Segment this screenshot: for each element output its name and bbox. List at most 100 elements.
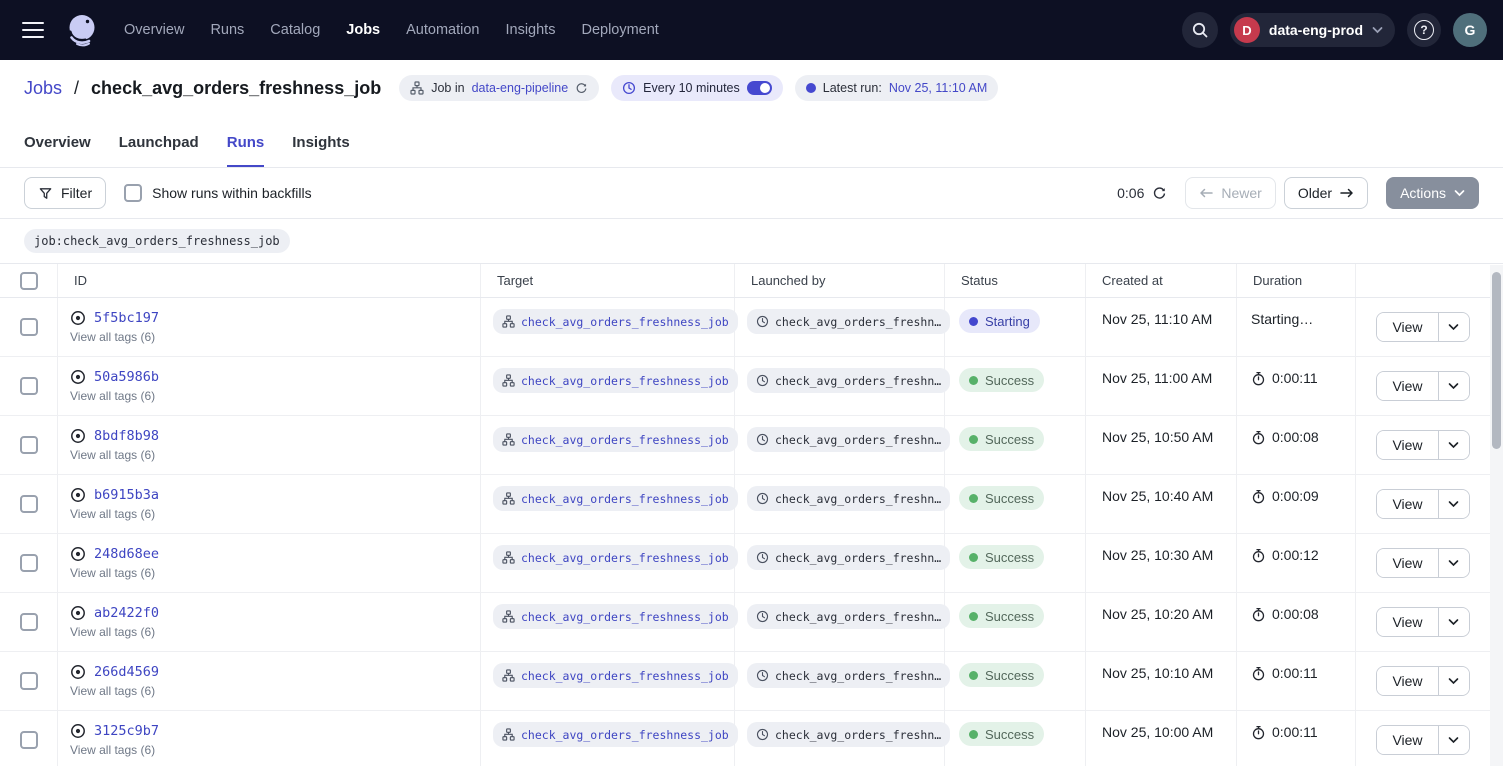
row-checkbox[interactable] <box>20 318 38 336</box>
view-dropdown-button[interactable] <box>1438 490 1469 518</box>
latest-run-link[interactable]: Nov 25, 11:10 AM <box>889 81 987 95</box>
col-header-id: ID <box>58 264 481 297</box>
launched-by-tag[interactable]: check_avg_orders_freshn… <box>747 309 950 334</box>
target-tag[interactable]: check_avg_orders_freshness_job <box>493 368 738 393</box>
row-checkbox[interactable] <box>20 377 38 395</box>
view-button[interactable]: View <box>1377 549 1437 577</box>
launched-by-tag[interactable]: check_avg_orders_freshn… <box>747 545 950 570</box>
col-header-launched-by: Launched by <box>735 264 945 297</box>
run-id-link[interactable]: 50a5986b <box>94 369 159 385</box>
refresh-icon[interactable] <box>1152 186 1167 201</box>
view-all-tags-link[interactable]: View all tags (6) <box>70 566 155 580</box>
view-dropdown-button[interactable] <box>1438 372 1469 400</box>
view-button[interactable]: View <box>1377 667 1437 695</box>
job-graph-icon <box>502 492 515 505</box>
tab-overview[interactable]: Overview <box>24 134 91 167</box>
deployment-switcher[interactable]: D data-eng-prod <box>1230 13 1395 47</box>
job-filter-tag[interactable]: job:check_avg_orders_freshness_job <box>24 229 290 253</box>
view-all-tags-link[interactable]: View all tags (6) <box>70 507 155 521</box>
view-button[interactable]: View <box>1377 490 1437 518</box>
row-checkbox[interactable] <box>20 672 38 690</box>
row-checkbox[interactable] <box>20 495 38 513</box>
job-graph-icon <box>502 433 515 446</box>
status-dot <box>969 612 978 621</box>
row-checkbox[interactable] <box>20 554 38 572</box>
view-all-tags-link[interactable]: View all tags (6) <box>70 625 155 639</box>
target-tag[interactable]: check_avg_orders_freshness_job <box>493 486 738 511</box>
newer-button[interactable]: Newer <box>1185 177 1275 209</box>
target-tag[interactable]: check_avg_orders_freshness_job <box>493 309 738 334</box>
view-button[interactable]: View <box>1377 608 1437 636</box>
code-location-link[interactable]: data-eng-pipeline <box>472 81 569 95</box>
scrollbar-thumb[interactable] <box>1492 272 1501 449</box>
row-checkbox[interactable] <box>20 731 38 749</box>
run-id-link[interactable]: 5f5bc197 <box>94 310 159 326</box>
hamburger-menu-icon[interactable] <box>22 22 44 38</box>
row-checkbox[interactable] <box>20 436 38 454</box>
avatar[interactable]: G <box>1453 13 1487 47</box>
actions-button[interactable]: Actions <box>1386 177 1479 209</box>
nav-item-automation[interactable]: Automation <box>406 22 479 38</box>
target-tag[interactable]: check_avg_orders_freshness_job <box>493 722 738 747</box>
run-id-link[interactable]: 8bdf8b98 <box>94 428 159 444</box>
help-button[interactable]: ? <box>1407 13 1441 47</box>
view-dropdown-button[interactable] <box>1438 313 1469 341</box>
view-all-tags-link[interactable]: View all tags (6) <box>70 684 155 698</box>
status-dot <box>969 671 978 680</box>
target-tag[interactable]: check_avg_orders_freshness_job <box>493 604 738 629</box>
nav-item-catalog[interactable]: Catalog <box>270 22 320 38</box>
view-dropdown-button[interactable] <box>1438 431 1469 459</box>
view-dropdown-button[interactable] <box>1438 726 1469 754</box>
created-at: Nov 25, 11:10 AM <box>1102 311 1212 327</box>
search-button[interactable] <box>1182 12 1218 48</box>
view-all-tags-link[interactable]: View all tags (6) <box>70 330 155 344</box>
launched-by-tag[interactable]: check_avg_orders_freshn… <box>747 427 950 452</box>
view-button[interactable]: View <box>1377 313 1437 341</box>
nav-item-deployment[interactable]: Deployment <box>581 22 658 38</box>
tab-insights[interactable]: Insights <box>292 134 350 167</box>
view-button[interactable]: View <box>1377 372 1437 400</box>
older-button[interactable]: Older <box>1284 177 1368 209</box>
nav-item-insights[interactable]: Insights <box>505 22 555 38</box>
view-button[interactable]: View <box>1377 726 1437 754</box>
show-backfills-checkbox[interactable] <box>124 184 142 202</box>
target-tag[interactable]: check_avg_orders_freshness_job <box>493 663 738 688</box>
row-checkbox[interactable] <box>20 613 38 631</box>
vertical-scrollbar[interactable] <box>1490 265 1503 766</box>
launched-by-tag[interactable]: check_avg_orders_freshn… <box>747 604 950 629</box>
breadcrumb-jobs-link[interactable]: Jobs <box>24 78 62 99</box>
run-id-link[interactable]: 266d4569 <box>94 664 159 680</box>
help-icon: ? <box>1414 20 1434 40</box>
tab-launchpad[interactable]: Launchpad <box>119 134 199 167</box>
run-id-link[interactable]: 3125c9b7 <box>94 723 159 739</box>
target-tag[interactable]: check_avg_orders_freshness_job <box>493 427 738 452</box>
stopwatch-icon <box>1251 489 1266 504</box>
launched-by-tag[interactable]: check_avg_orders_freshn… <box>747 722 950 747</box>
view-all-tags-link[interactable]: View all tags (6) <box>70 743 155 757</box>
view-button[interactable]: View <box>1377 431 1437 459</box>
view-dropdown-button[interactable] <box>1438 549 1469 577</box>
schedule-toggle[interactable] <box>747 81 772 95</box>
view-dropdown-button[interactable] <box>1438 667 1469 695</box>
run-id-link[interactable]: ab2422f0 <box>94 605 159 621</box>
view-dropdown-button[interactable] <box>1438 608 1469 636</box>
filter-button[interactable]: Filter <box>24 177 106 209</box>
reload-location-icon[interactable] <box>575 82 588 95</box>
status-dot <box>969 553 978 562</box>
launched-by-tag[interactable]: check_avg_orders_freshn… <box>747 486 950 511</box>
launched-by-tag[interactable]: check_avg_orders_freshn… <box>747 368 950 393</box>
tab-runs[interactable]: Runs <box>227 134 265 167</box>
dagster-logo-icon[interactable] <box>62 11 100 49</box>
run-id-link[interactable]: b6915b3a <box>94 487 159 503</box>
select-all-checkbox[interactable] <box>20 272 38 290</box>
nav-item-jobs[interactable]: Jobs <box>346 22 380 38</box>
view-all-tags-link[interactable]: View all tags (6) <box>70 448 155 462</box>
page-title: check_avg_orders_freshness_job <box>91 78 381 99</box>
view-all-tags-link[interactable]: View all tags (6) <box>70 389 155 403</box>
nav-item-runs[interactable]: Runs <box>210 22 244 38</box>
nav-item-overview[interactable]: Overview <box>124 22 184 38</box>
launched-by-tag[interactable]: check_avg_orders_freshn… <box>747 663 950 688</box>
view-split-button: View <box>1376 725 1469 755</box>
run-id-link[interactable]: 248d68ee <box>94 546 159 562</box>
target-tag[interactable]: check_avg_orders_freshness_job <box>493 545 738 570</box>
